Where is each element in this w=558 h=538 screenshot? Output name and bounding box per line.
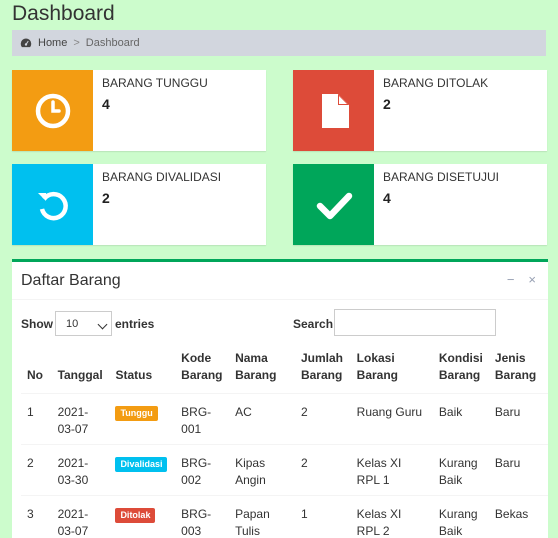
stat-icon-area bbox=[12, 70, 93, 151]
cell-jenis: Baru bbox=[488, 444, 548, 496]
cell-kondisi: Kurang Baik bbox=[432, 444, 489, 496]
cell-kondisi: Baik bbox=[432, 393, 489, 445]
cell-tanggal: 2021-03-30 bbox=[51, 444, 110, 496]
column-header[interactable]: Jumlah Barang bbox=[294, 346, 351, 394]
barang-table: No Tanggal Status Kode Barang Nama Baran… bbox=[21, 346, 548, 538]
page-title: Dashboard bbox=[12, 2, 115, 25]
stat-icon-area bbox=[12, 164, 93, 245]
cell-jenis: Baru bbox=[488, 393, 548, 445]
cell-nama: Papan Tulis bbox=[229, 495, 295, 538]
status-badge: Tunggu bbox=[115, 406, 158, 421]
cell-kode: BRG-003 bbox=[175, 495, 230, 538]
cell-tanggal: 2021-03-07 bbox=[51, 393, 110, 445]
cell-kondisi: Kurang Baik bbox=[432, 495, 489, 538]
cell-lokasi: Kelas XI RPL 2 bbox=[350, 495, 433, 538]
search-input[interactable] bbox=[334, 309, 496, 336]
daftar-barang-panel: Daftar Barang − × Show 10 entries Search… bbox=[12, 259, 548, 538]
column-header[interactable]: Kode Barang bbox=[175, 346, 230, 394]
search-label: Search: bbox=[293, 317, 338, 331]
breadcrumb-current: Dashboard bbox=[85, 37, 140, 49]
stat-count: 4 bbox=[383, 190, 391, 206]
breadcrumb-home-link[interactable]: Home bbox=[38, 37, 67, 49]
close-button[interactable]: × bbox=[528, 272, 536, 287]
panel-title: Daftar Barang bbox=[21, 271, 121, 289]
stat-label: BARANG DIVALIDASI bbox=[102, 170, 222, 184]
panel-tools: − × bbox=[507, 272, 536, 287]
clock-icon bbox=[35, 93, 70, 128]
cell-no: 1 bbox=[21, 393, 52, 445]
stat-label: BARANG DITOLAK bbox=[383, 76, 489, 90]
table-row: 3 2021-03-07 Ditolak BRG-003 Papan Tulis… bbox=[21, 495, 548, 538]
cell-kode: BRG-001 bbox=[175, 393, 230, 445]
table-row: 1 2021-03-07 Tunggu BRG-001 AC 2 Ruang G… bbox=[21, 393, 548, 445]
stat-count: 4 bbox=[102, 96, 110, 112]
column-header[interactable]: Status bbox=[109, 346, 176, 394]
page-length-value: 10 bbox=[66, 317, 79, 330]
panel-header: Daftar Barang − × bbox=[12, 262, 548, 300]
cell-jumlah: 2 bbox=[294, 444, 351, 496]
cell-nama: Kipas Angin bbox=[229, 444, 295, 496]
dashboard-icon bbox=[20, 38, 32, 48]
cell-jumlah: 2 bbox=[294, 393, 351, 445]
cell-kode: BRG-002 bbox=[175, 444, 230, 496]
status-badge: Divalidasi bbox=[115, 457, 168, 472]
check-icon bbox=[316, 192, 352, 219]
cell-status: Tunggu bbox=[109, 393, 176, 445]
cell-lokasi: Kelas XI RPL 1 bbox=[350, 444, 433, 496]
breadcrumb: Home > Dashboard bbox=[12, 30, 546, 56]
column-header[interactable]: Kondisi Barang bbox=[432, 346, 489, 394]
collapse-button[interactable]: − bbox=[507, 272, 515, 287]
stat-icon-area bbox=[293, 164, 374, 245]
cell-jenis: Bekas bbox=[488, 495, 548, 538]
breadcrumb-separator: > bbox=[73, 37, 80, 49]
cell-tanggal: 2021-03-07 bbox=[51, 495, 110, 538]
entries-label: entries bbox=[115, 317, 155, 331]
file-icon bbox=[321, 93, 349, 128]
show-label: Show bbox=[21, 317, 53, 331]
stat-label: BARANG TUNGGU bbox=[102, 76, 208, 90]
column-header[interactable]: No bbox=[21, 346, 52, 394]
table-header-row: No Tanggal Status Kode Barang Nama Baran… bbox=[21, 346, 548, 394]
cell-nama: AC bbox=[229, 393, 295, 445]
cell-lokasi: Ruang Guru bbox=[350, 393, 433, 445]
cell-no: 2 bbox=[21, 444, 52, 496]
stat-box-divalidasi: BARANG DIVALIDASI 2 bbox=[12, 164, 266, 245]
stat-box-tunggu: BARANG TUNGGU 4 bbox=[12, 70, 266, 151]
table-controls: Show 10 entries Search: bbox=[21, 309, 548, 339]
stat-icon-area bbox=[293, 70, 374, 151]
table-row: 2 2021-03-30 Divalidasi BRG-002 Kipas An… bbox=[21, 444, 548, 496]
stat-label: BARANG DISETUJUI bbox=[383, 170, 500, 184]
column-header[interactable]: Lokasi Barang bbox=[350, 346, 433, 394]
column-header[interactable]: Tanggal bbox=[51, 346, 110, 394]
page-length-select[interactable]: 10 bbox=[55, 311, 112, 336]
cell-status: Divalidasi bbox=[109, 444, 176, 496]
column-header[interactable]: Nama Barang bbox=[229, 346, 295, 394]
cell-no: 3 bbox=[21, 495, 52, 538]
status-badge: Ditolak bbox=[115, 508, 156, 523]
cell-jumlah: 1 bbox=[294, 495, 351, 538]
cell-status: Ditolak bbox=[109, 495, 176, 538]
chevron-down-icon bbox=[97, 319, 108, 330]
stat-count: 2 bbox=[102, 190, 110, 206]
refresh-icon bbox=[37, 191, 68, 220]
stat-count: 2 bbox=[383, 96, 391, 112]
stat-box-disetujui: BARANG DISETUJUI 4 bbox=[293, 164, 547, 245]
stat-box-ditolak: BARANG DITOLAK 2 bbox=[293, 70, 547, 151]
column-header[interactable]: Jenis Barang bbox=[488, 346, 548, 394]
